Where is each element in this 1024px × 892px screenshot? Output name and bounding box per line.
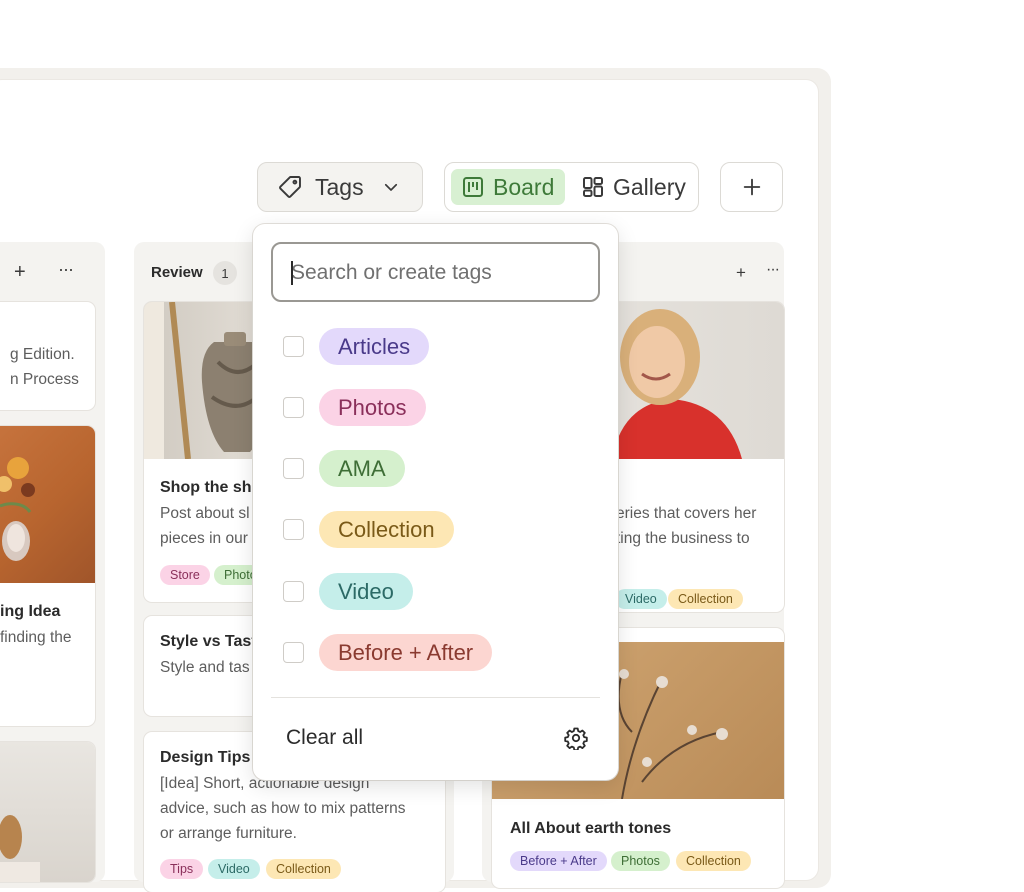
gallery-view-label: Gallery: [613, 173, 686, 200]
tag-checkbox[interactable]: [283, 519, 304, 540]
gallery-view-tab[interactable]: Gallery: [581, 169, 686, 205]
more-icon[interactable]: ···: [766, 260, 780, 280]
clear-all-button[interactable]: Clear all: [286, 726, 363, 750]
tag-pill: Collection: [676, 851, 751, 871]
card[interactable]: ing Idea finding the: [0, 426, 95, 726]
column-count-badge: 1: [213, 261, 237, 285]
tag-pill: Collection: [266, 859, 341, 879]
board-icon: [463, 177, 483, 197]
text-caret: [291, 261, 293, 285]
board-view-label: Board: [493, 173, 555, 200]
board-column-left: + ··· g Edition. n Process ing Idea find…: [0, 242, 105, 882]
card-cover-image: [0, 426, 95, 583]
tag-chip: Articles: [319, 328, 430, 365]
card-description-line: advice, such as how to mix patterns: [160, 800, 406, 817]
add-card-icon[interactable]: +: [14, 262, 26, 282]
card-title: All About earth tones: [510, 820, 672, 837]
card-description-line: pieces in our: [160, 530, 248, 547]
tag-checkbox[interactable]: [283, 581, 304, 602]
flowers-image: [0, 457, 35, 561]
card-description-line: n Process: [10, 371, 79, 388]
tag-search-input[interactable]: [289, 258, 583, 288]
tag-pill: Video: [615, 589, 667, 609]
view-switcher: Board Gallery: [444, 162, 699, 212]
card[interactable]: [0, 742, 95, 882]
board-view-tab[interactable]: Board: [451, 169, 565, 205]
tag-checkbox[interactable]: [283, 397, 304, 418]
tag-chip: AMA: [319, 450, 405, 487]
tag-checkbox[interactable]: [283, 336, 304, 357]
chevron-down-icon: [384, 183, 397, 191]
tag-checkbox[interactable]: [283, 458, 304, 479]
tag-chip: Collection: [319, 511, 454, 548]
card[interactable]: g Edition. n Process: [0, 302, 95, 410]
tag-chip: Video: [319, 573, 413, 610]
card-description-line: g Edition.: [10, 346, 75, 363]
tags-dropdown: Articles Photos AMA Collection Video Bef…: [253, 224, 618, 780]
tag-icon: [279, 176, 301, 198]
card-description-line: Style and tas: [160, 659, 250, 676]
tag-pill: Before + After: [510, 851, 607, 871]
tags-filter-label: Tags: [315, 173, 364, 200]
tag-chip: Before + After: [319, 634, 493, 671]
tag-pill: Photos: [611, 851, 670, 871]
card-description-line: or arrange furniture.: [160, 825, 297, 842]
dropdown-divider: [271, 697, 600, 698]
tag-pill: Video: [208, 859, 260, 879]
card-title: Style vs Tast: [160, 633, 257, 650]
more-icon[interactable]: ···: [58, 259, 74, 279]
tag-chip: Photos: [319, 389, 426, 426]
card-title: ing Idea: [0, 603, 61, 620]
gallery-icon: [583, 177, 603, 197]
card-description-line: eries that covers her: [616, 505, 757, 522]
card-cover-image: [0, 742, 95, 882]
card-description-line: Post about sl: [160, 505, 250, 522]
tag-checkbox[interactable]: [283, 642, 304, 663]
tag-pill: Collection: [668, 589, 743, 609]
gear-icon[interactable]: [564, 726, 588, 750]
tags-filter-button[interactable]: Tags: [257, 162, 423, 212]
tag-pill: Tips: [160, 859, 204, 879]
card-description-line: finding the: [0, 629, 72, 646]
add-card-icon[interactable]: +: [736, 263, 746, 283]
add-button[interactable]: [720, 162, 783, 212]
tag-pill: Store: [160, 565, 210, 585]
column-title: Review: [151, 264, 203, 281]
card-description-line: ting the business to: [616, 530, 750, 547]
card-title: Shop the sho: [160, 479, 262, 496]
tag-search-box[interactable]: [271, 242, 600, 302]
card-title: Design Tips i: [160, 749, 260, 766]
plus-icon: [743, 178, 760, 196]
